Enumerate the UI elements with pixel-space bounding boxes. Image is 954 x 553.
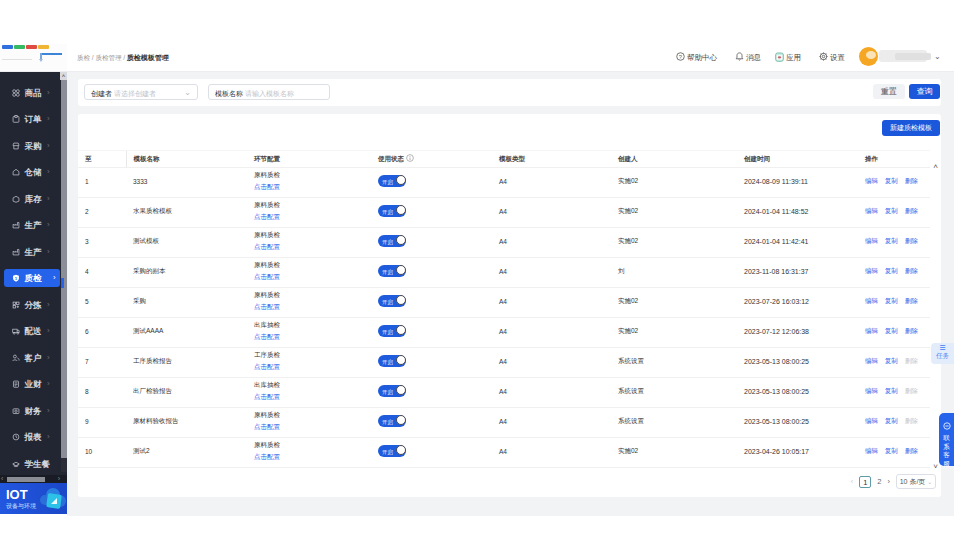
svg-text:?: ? (679, 54, 683, 60)
